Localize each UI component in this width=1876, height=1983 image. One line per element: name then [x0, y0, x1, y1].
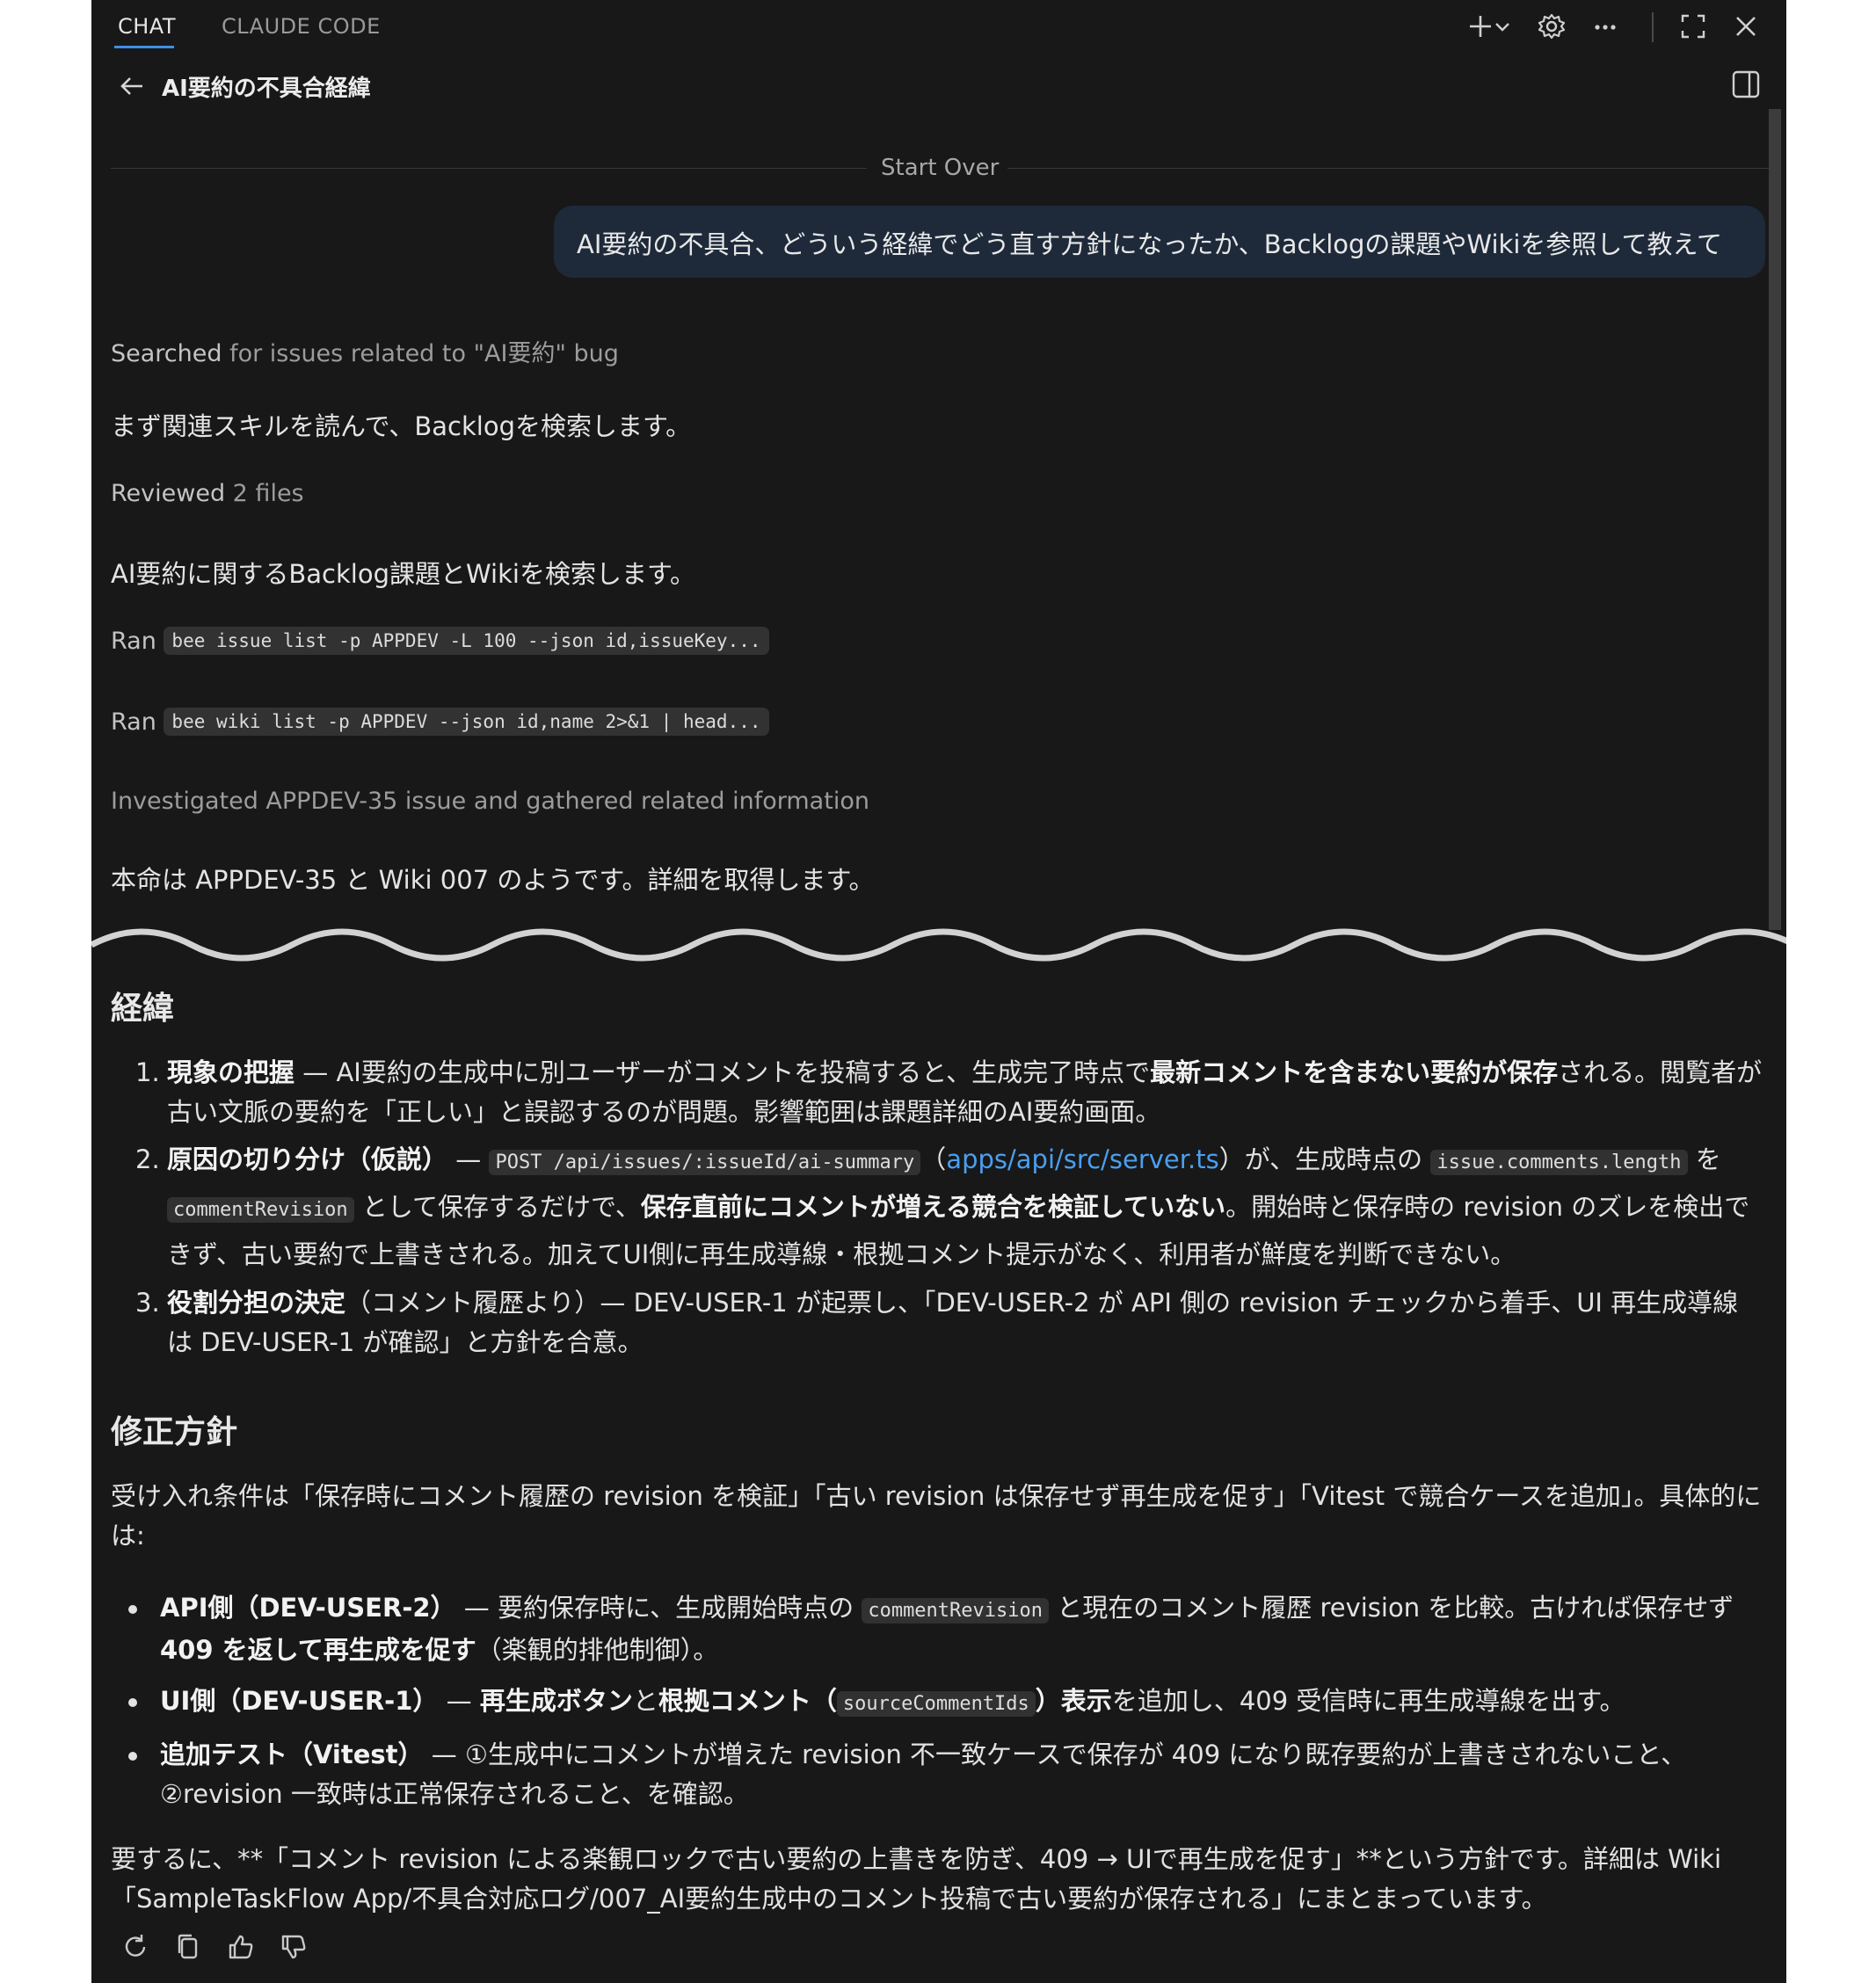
- file-link[interactable]: apps/api/src/server.ts: [946, 1144, 1218, 1174]
- text: （楽観的排他制御）。: [476, 1635, 719, 1665]
- more-icon[interactable]: [1588, 9, 1623, 44]
- activity-detail: 2 files: [225, 480, 304, 507]
- conversation-title: AI要約の不具合経緯: [162, 76, 371, 102]
- section-heading: 経緯: [111, 991, 175, 1027]
- bold-text: API側（DEV-USER-2）: [160, 1593, 456, 1623]
- activity-ran-command[interactable]: Ran bee wiki list -p APPDEV --json id,na…: [111, 708, 769, 736]
- user-message-text: AI要約の不具合、どういう経緯でどう直す方針になったか、Backlogの課題やW…: [577, 229, 1723, 259]
- list-item: 追加テスト（Vitest） — ①生成中にコメントが増えた revision 不…: [111, 1735, 1763, 1814]
- bold-text: 保存直前にコメントが増える競合を検証していない: [640, 1192, 1226, 1222]
- bold-text: 409 を返して再生成を促す: [160, 1635, 476, 1665]
- user-message-bubble: AI要約の不具合、どういう経緯でどう直す方針になったか、Backlogの課題やW…: [554, 206, 1765, 278]
- activity-detail: APPDEV-35 issue and gathered related inf…: [258, 788, 869, 815]
- text: ）が、生成時点の: [1218, 1144, 1431, 1174]
- bullet: [128, 1605, 137, 1614]
- assistant-message: AI要約に関するBacklog課題とWikiを検索します。: [111, 559, 696, 589]
- tab-claude-code[interactable]: CLAUDE CODE: [222, 14, 381, 39]
- bold-text: 原因の切り分け（仮説）: [167, 1144, 448, 1174]
- tab-chat[interactable]: CHAT: [118, 14, 176, 39]
- expand-icon[interactable]: [1676, 9, 1711, 44]
- scrollbar-thumb[interactable]: [1769, 109, 1781, 930]
- list-number: 3.: [135, 1288, 160, 1318]
- bullet: [128, 1698, 137, 1707]
- activity-verb: Reviewed: [111, 480, 226, 507]
- bold-text: 追加テスト（Vitest）: [160, 1740, 424, 1769]
- bold-text: UI側（DEV-USER-1）: [160, 1686, 439, 1716]
- list-item: 3. 役割分担の決定（コメント履歴より）— DEV-USER-1 が起票し、「D…: [111, 1283, 1763, 1362]
- policy-list: API側（DEV-USER-2） — 要約保存時に、生成開始時点の commen…: [111, 1588, 1763, 1826]
- bold-text: 再生成ボタン: [479, 1686, 633, 1716]
- copy-icon[interactable]: [171, 1929, 206, 1965]
- list-item: UI側（DEV-USER-1） — 再生成ボタンと根拠コメント（ sourceCo…: [111, 1682, 1763, 1724]
- text: を: [1687, 1144, 1721, 1174]
- assistant-message: 本命は APPDEV-35 と Wiki 007 のようです。詳細を取得します。: [111, 865, 875, 895]
- bold-text: 根拠コメント（: [658, 1686, 837, 1716]
- text: と現在のコメント履歴 revision を比較。古ければ保存せず: [1049, 1593, 1734, 1623]
- text: （: [920, 1144, 947, 1174]
- inline-code: commentRevision: [862, 1598, 1050, 1623]
- back-arrow-icon[interactable]: [114, 69, 149, 104]
- activity-investigated[interactable]: Investigated APPDEV-35 issue and gathere…: [111, 788, 869, 815]
- list-number: 1.: [135, 1057, 160, 1087]
- list-item: API側（DEV-USER-2） — 要約保存時に、生成開始時点の commen…: [111, 1588, 1763, 1670]
- bold-text: 役割分担の決定: [167, 1288, 346, 1318]
- intro-paragraph: 受け入れ条件は「保存時にコメント履歴の revision を検証」「古い rev…: [111, 1481, 1762, 1551]
- assistant-message: まず関連スキルを読んで、Backlogを検索します。: [111, 411, 692, 441]
- divider-left: [111, 168, 867, 169]
- toolbar-divider: [1652, 12, 1654, 42]
- bullet: [128, 1752, 137, 1761]
- bold-text: 現象の把握: [167, 1057, 295, 1087]
- thumbs-up-icon[interactable]: [223, 1929, 258, 1965]
- inline-code: sourceCommentIds: [836, 1691, 1036, 1717]
- split-view-icon[interactable]: [1728, 67, 1763, 102]
- wave-divider: [91, 928, 1786, 967]
- activity-ran-command[interactable]: Ran bee issue list -p APPDEV -L 100 --js…: [111, 627, 769, 655]
- activity-verb: Investigated: [111, 788, 258, 815]
- start-over-button[interactable]: Start Over: [881, 155, 999, 181]
- text: — 要約保存時に、生成開始時点の: [455, 1593, 862, 1623]
- inline-code: commentRevision: [167, 1197, 354, 1223]
- section-heading: 修正方針: [111, 1414, 238, 1450]
- command-pill: bee issue list -p APPDEV -L 100 --json i…: [164, 627, 769, 655]
- chat-panel: CHAT CLAUDE CODE AI要約の不具合経緯 Start Over A…: [91, 0, 1786, 1983]
- activity-reviewed[interactable]: Reviewed 2 files: [111, 480, 304, 507]
- bold-text: ）表示: [1035, 1686, 1112, 1716]
- active-tab-indicator: [114, 46, 174, 48]
- activity-verb: Ran: [111, 708, 156, 736]
- retry-icon[interactable]: [118, 1929, 153, 1965]
- inline-code: issue.comments.length: [1430, 1150, 1688, 1175]
- inline-code: POST /api/issues/:issueId/ai-summary: [489, 1150, 921, 1175]
- text: —: [438, 1686, 480, 1716]
- summary-paragraph: 要するに、**「コメント revision による楽観ロックで古い要約の上書きを…: [111, 1844, 1722, 1914]
- list-number: 2.: [135, 1144, 160, 1174]
- activity-verb: Searched: [111, 340, 222, 367]
- text: （コメント履歴より）— DEV-USER-1 が起票し、「DEV-USER-2 …: [167, 1288, 1739, 1357]
- bold-text: 最新コメントを含まない要約が保存: [1150, 1057, 1559, 1087]
- title-row: AI要約の不具合経緯: [91, 65, 1786, 107]
- top-bar: CHAT CLAUDE CODE: [91, 0, 1786, 54]
- activity-verb: Ran: [111, 628, 156, 655]
- command-pill: bee wiki list -p APPDEV --json id,name 2…: [164, 708, 769, 736]
- list-item: 1. 現象の把握 — AI要約の生成中に別ユーザーがコメントを投稿すると、生成完…: [111, 1053, 1763, 1132]
- text: を追加し、409 受信時に再生成導線を出す。: [1111, 1686, 1625, 1716]
- text: —: [447, 1144, 490, 1174]
- close-icon[interactable]: [1728, 9, 1763, 44]
- activity-searched[interactable]: Searched for issues related to "AI要約" bu…: [111, 334, 619, 368]
- list-item: 2. 原因の切り分け（仮説） — POST /api/issues/:issue…: [111, 1137, 1763, 1276]
- text: として保存するだけで、: [353, 1192, 641, 1222]
- history-list: 1. 現象の把握 — AI要約の生成中に別ユーザーがコメントを投稿すると、生成完…: [111, 1053, 1763, 1369]
- chevron-down-icon[interactable]: [1490, 9, 1515, 44]
- activity-detail: for issues related to "AI要約" bug: [222, 340, 619, 367]
- divider-right: [1007, 168, 1769, 169]
- thumbs-down-icon[interactable]: [276, 1929, 311, 1965]
- gear-icon[interactable]: [1534, 9, 1569, 44]
- text: — AI要約の生成中に別ユーザーがコメントを投稿すると、生成完了時点で: [294, 1057, 1151, 1087]
- text: と: [632, 1686, 658, 1716]
